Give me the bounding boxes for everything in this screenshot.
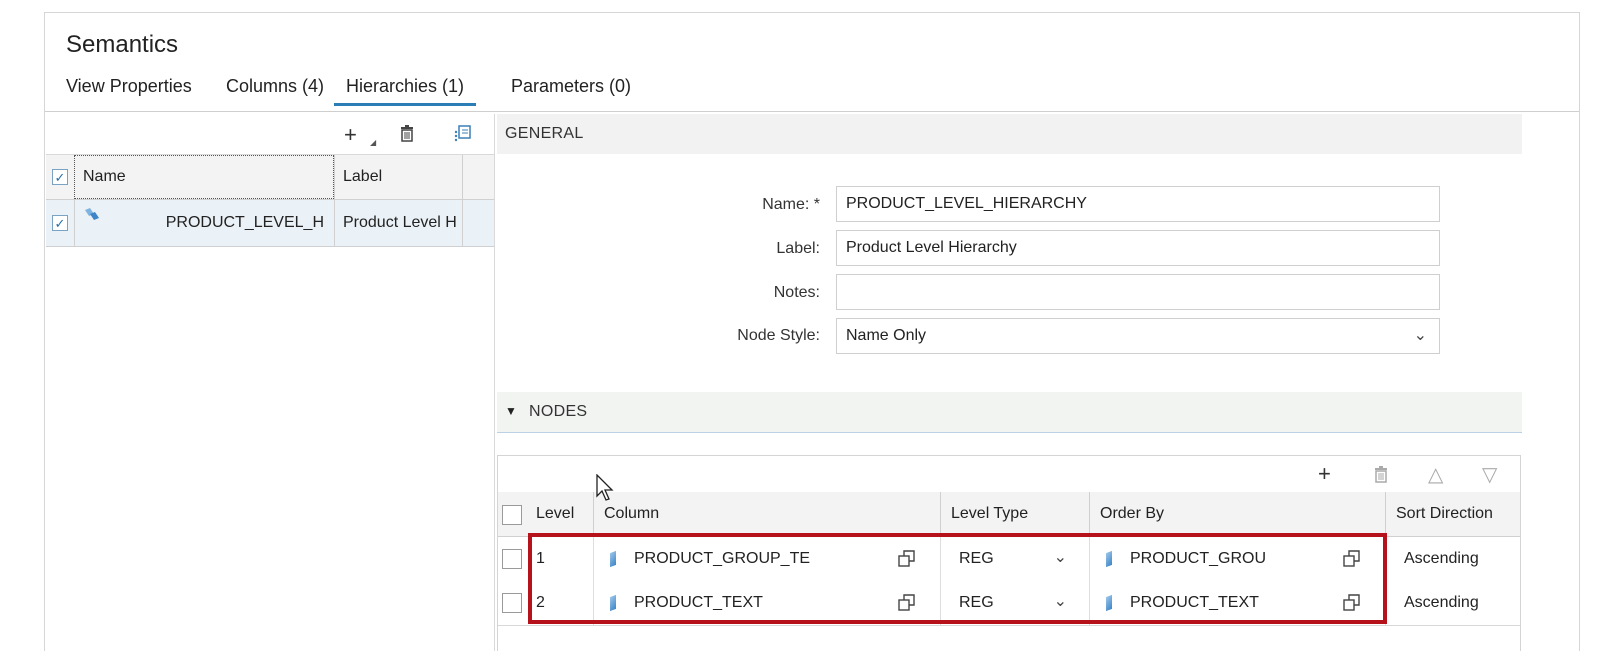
hierarchy-toolbar: + ◢ [46,114,494,155]
add-icon[interactable]: + [344,122,357,148]
nodes-toolbar: + △ ▽ [498,456,1520,493]
column-header-name[interactable]: Name [74,155,334,199]
value-help-icon[interactable] [1343,550,1361,568]
move-up-icon[interactable]: △ [1428,462,1443,487]
value-help-icon[interactable] [1343,594,1361,612]
column-icon [610,594,616,612]
nodes-select-all-checkbox[interactable] [502,505,522,525]
node-column: PRODUCT_GROUP_TE [634,550,811,567]
column-header-level-type[interactable]: Level Type [940,492,1089,536]
delete-node-icon[interactable] [1374,466,1388,483]
notes-label: Notes: [773,284,820,301]
page-title: Semantics [66,31,179,58]
move-down-icon[interactable]: ▽ [1482,462,1497,487]
tab-view-properties[interactable]: View Properties [66,76,192,97]
column-icon [610,550,616,568]
column-icon [1106,594,1112,612]
nodes-section-header[interactable]: ▼ NODES [497,392,1522,433]
row-checkbox[interactable] [502,549,522,569]
chevron-down-icon[interactable]: ⌄ [1414,325,1427,345]
node-level-type: REG [959,550,994,567]
node-sort-direction[interactable]: Ascending [1385,537,1520,581]
table-row[interactable]: ✓ PRODUCT_LEVEL_H Product Level H [46,200,494,247]
node-level: 2 [536,594,545,611]
tab-columns[interactable]: Columns (4) [226,76,324,97]
node-level: 1 [536,550,545,567]
hierarchy-grid-header: ✓ Name Label [46,155,494,200]
row-checkbox[interactable] [502,593,522,613]
node-style-label: Node Style: [737,327,820,344]
node-order-by: PRODUCT_TEXT [1130,594,1259,611]
notes-field[interactable] [836,274,1440,310]
column-header-sort-direction[interactable]: Sort Direction [1385,492,1520,536]
collapse-triangle-icon[interactable]: ▼ [505,404,517,418]
hierarchy-name: PRODUCT_LEVEL_H [165,214,324,231]
node-sort-direction[interactable]: Ascending [1385,581,1520,625]
node-style-select[interactable]: Name Only ⌄ [836,318,1440,354]
delete-icon[interactable] [400,125,414,142]
chevron-down-icon[interactable]: ⌄ [1054,591,1067,611]
label-field[interactable]: Product Level Hierarchy [836,230,1440,266]
value-help-icon[interactable] [898,594,916,612]
name-label: Name: * [762,196,820,213]
dropdown-caret-icon[interactable]: ◢ [370,138,376,147]
nodes-table-header: Level Column Level Type Order By Sort Di… [498,492,1520,537]
tab-parameters[interactable]: Parameters (0) [511,76,631,97]
node-column: PRODUCT_TEXT [634,594,763,611]
column-header-level[interactable]: Level [526,492,593,536]
node-level-type: REG [959,594,994,611]
find-icon[interactable] [452,124,472,142]
column-header-column[interactable]: Column [593,492,940,536]
node-style-value: Name Only [846,327,927,344]
mouse-cursor-icon [596,474,614,501]
general-section-header: GENERAL [497,114,1522,154]
nodes-table: + △ ▽ Level Column Level Type Order By S… [497,455,1521,651]
hierarchy-label: Product Level H [334,200,462,246]
node-order-by: PRODUCT_GROU [1130,550,1267,567]
nodes-section-title: NODES [529,403,588,420]
hierarchy-list-panel: + ◢ ✓ Name Label ✓ PRODUCT_LEVEL_H Produ… [46,114,495,651]
hierarchy-icon [85,208,99,220]
chevron-down-icon[interactable]: ⌄ [1054,547,1067,567]
value-help-icon[interactable] [898,550,916,568]
column-header-label[interactable]: Label [334,155,462,199]
tab-hierarchies[interactable]: Hierarchies (1) [334,76,477,106]
general-section-title: GENERAL [505,125,584,142]
add-node-icon[interactable]: + [1318,461,1331,487]
name-field[interactable]: PRODUCT_LEVEL_HIERARCHY [836,186,1440,222]
column-header-order-by[interactable]: Order By [1089,492,1385,536]
table-row[interactable]: 1 PRODUCT_GROUP_TE REG ⌄ PRODUCT_GROU As… [498,537,1520,582]
row-checkbox[interactable]: ✓ [52,215,68,231]
table-row[interactable]: 2 PRODUCT_TEXT REG ⌄ PRODUCT_TEXT Ascend… [498,581,1520,626]
column-icon [1106,550,1112,568]
label-label: Label: [776,240,820,257]
tabs-divider [45,111,1579,112]
select-all-checkbox[interactable]: ✓ [52,169,68,185]
